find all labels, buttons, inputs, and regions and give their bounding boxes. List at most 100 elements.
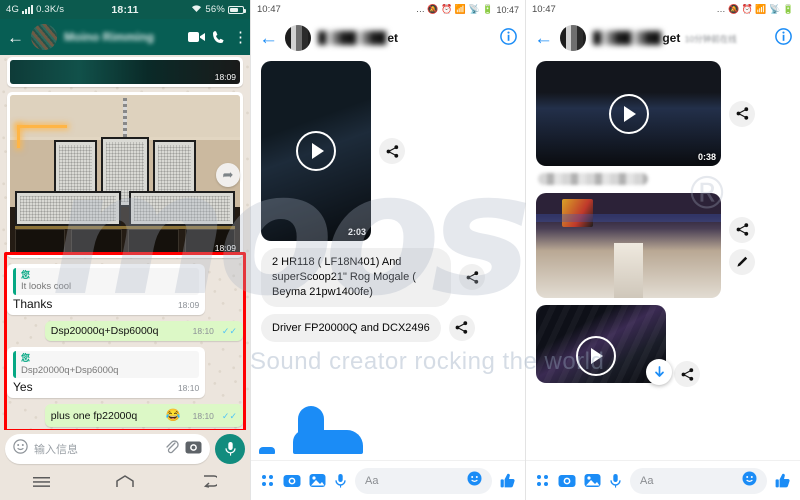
whatsapp-panel: 4G 0.3K/s 18:11 56% ← Moino Rimming ⋮ 18… [0, 0, 250, 500]
play-icon[interactable] [296, 131, 336, 171]
messenger-message-list[interactable]: 2:03 2 HR118 ( LF18N401) And superScoop2… [251, 57, 525, 460]
microphone-icon[interactable] [334, 473, 347, 489]
message-text: plus one fp22000q [50, 410, 138, 423]
partial-blue-graphic [293, 406, 363, 454]
camera-icon[interactable] [558, 473, 576, 488]
home-icon[interactable] [116, 475, 135, 493]
quoted-author: 您 [21, 270, 31, 280]
message-bubble-incoming[interactable]: 您 Dsp20000q+Dsp6000q Yes 18:10 [7, 347, 206, 399]
quoted-message: 您 Dsp20000q+Dsp6000q [13, 351, 199, 379]
message-image-bubble[interactable]: 18:09 [7, 57, 243, 87]
emoji-icon[interactable] [742, 471, 757, 491]
gallery-icon[interactable] [309, 473, 326, 488]
play-icon[interactable] [575, 336, 616, 377]
message-time: 18:09 [214, 72, 236, 82]
message-row [536, 193, 790, 298]
arrow-left-icon[interactable]: ← [7, 29, 24, 46]
speaker-stack-photo[interactable]: 18:09 [10, 95, 240, 255]
thumbs-up-icon[interactable] [775, 473, 791, 489]
network-speed-label: 0.3K/s [36, 4, 65, 15]
phone-call-icon[interactable] [212, 30, 226, 44]
message-row: 2 HR118 ( LF18N401) And superScoop21" Ro… [261, 248, 515, 307]
avatar[interactable] [285, 25, 311, 51]
status-indicator-icons: … 🔕 ⏰ 📶 📡 🔋 [716, 4, 794, 14]
message-bubble-outgoing[interactable]: plus one fp22000q 😂 18:10 ✓✓ [44, 404, 243, 427]
paperclip-icon[interactable] [164, 439, 179, 459]
status-indicator-icons: … 🔕 ⏰ 📶 📡 🔋 [415, 4, 494, 14]
camera-icon[interactable] [283, 473, 301, 488]
avatar[interactable] [31, 24, 57, 50]
arrow-left-icon[interactable]: ← [259, 29, 278, 48]
photo-attachment[interactable] [536, 193, 721, 298]
message-time: 18:09 [177, 300, 200, 311]
video-attachment[interactable]: 0:38 [536, 61, 721, 166]
message-time: 18:10 [192, 326, 214, 337]
video-call-icon[interactable] [188, 31, 205, 43]
message-bubble[interactable]: Driver FP20000Q and DCX2496 [261, 313, 441, 343]
share-icon[interactable] [459, 264, 485, 291]
quoted-text: Dsp20000q+Dsp6000q [21, 364, 119, 376]
recents-icon[interactable] [33, 475, 51, 493]
message-bubble[interactable]: 2 HR118 ( LF18N401) And superScoop21" Ro… [261, 248, 451, 307]
messenger-status-bar: 10:47 … 🔕 ⏰ 📶 📡 🔋 [526, 0, 800, 19]
download-icon[interactable] [646, 359, 672, 385]
message-time: 18:10 [177, 383, 200, 394]
arrow-left-icon[interactable]: ← [534, 29, 553, 48]
message-image-bubble[interactable]: 18:09 ➦ [7, 92, 243, 258]
back-icon[interactable] [201, 475, 220, 493]
share-icon[interactable] [674, 361, 700, 387]
message-input[interactable]: Aa [355, 467, 492, 494]
message-bubble-incoming[interactable]: 您 It looks cool Thanks 18:09 [7, 264, 206, 316]
share-icon[interactable] [379, 138, 405, 164]
share-icon[interactable] [448, 314, 475, 341]
redacted-text-bar [538, 173, 648, 185]
search-input[interactable]: 输入信息 [34, 441, 158, 457]
message-input-bar[interactable]: 输入信息 [5, 434, 210, 464]
status-clock: 10:47 [532, 4, 556, 15]
status-right: 56% [191, 4, 246, 16]
avatar[interactable] [560, 25, 586, 51]
apps-grid-icon[interactable] [260, 473, 275, 488]
contact-name-suffix: get [662, 31, 681, 45]
info-icon[interactable] [775, 27, 792, 49]
contact-name[interactable]: Anonymousget [593, 31, 680, 45]
messenger-compose-bar: Aa [251, 460, 525, 500]
online-status: 10分钟前在线 [684, 34, 737, 44]
message-row: 2:03 [261, 61, 515, 241]
contact-name-wrap: Anonymouset [318, 29, 493, 47]
messenger-message-list[interactable]: 0:38 [526, 57, 800, 460]
share-icon[interactable] [729, 216, 755, 243]
whatsapp-message-list[interactable]: 18:09 18:09 ➦ 您 It looks cool Thanks 18:… [0, 55, 250, 430]
apps-grid-icon[interactable] [535, 473, 550, 488]
gallery-icon[interactable] [584, 473, 601, 488]
contact-name[interactable]: Anonymouset [318, 31, 398, 45]
status-icons: … 🔕 ⏰ 📶 📡 🔋 [716, 4, 794, 15]
message-text: Thanks [13, 297, 53, 312]
microphone-icon[interactable] [215, 434, 245, 464]
wifi-icon [191, 4, 202, 16]
messenger-status-bar: 10:47 … 🔕 ⏰ 📶 📡 🔋 10:47 [251, 0, 525, 19]
action-stack [729, 216, 755, 275]
video-attachment[interactable]: 2:03 [261, 61, 371, 241]
message-bubble-outgoing[interactable]: Dsp20000q+Dsp6000q 18:10 ✓✓ [44, 321, 243, 342]
contact-name[interactable]: Moino Rimming [64, 30, 181, 44]
play-icon[interactable] [608, 93, 649, 134]
status-clock: 10:47 [257, 4, 281, 15]
info-icon[interactable] [500, 27, 517, 49]
video-strip-thumb[interactable]: 18:09 [10, 60, 240, 84]
overflow-menu-icon[interactable]: ⋮ [233, 30, 248, 45]
partial-blue-dot [259, 447, 275, 454]
whatsapp-input-row: 输入信息 [0, 430, 250, 468]
forward-icon[interactable]: ➦ [216, 163, 240, 187]
message-input[interactable]: Aa [630, 467, 767, 494]
emoji-icon[interactable] [13, 439, 28, 459]
camera-icon[interactable] [185, 440, 202, 459]
message-time: 18:10 [192, 411, 214, 422]
thumbs-up-icon[interactable] [500, 473, 516, 489]
share-icon[interactable] [729, 100, 755, 127]
microphone-icon[interactable] [609, 473, 622, 489]
flag-decor [561, 199, 594, 227]
emoji-icon[interactable] [467, 471, 482, 491]
video-attachment[interactable] [536, 305, 672, 385]
pen-icon[interactable] [729, 248, 755, 275]
